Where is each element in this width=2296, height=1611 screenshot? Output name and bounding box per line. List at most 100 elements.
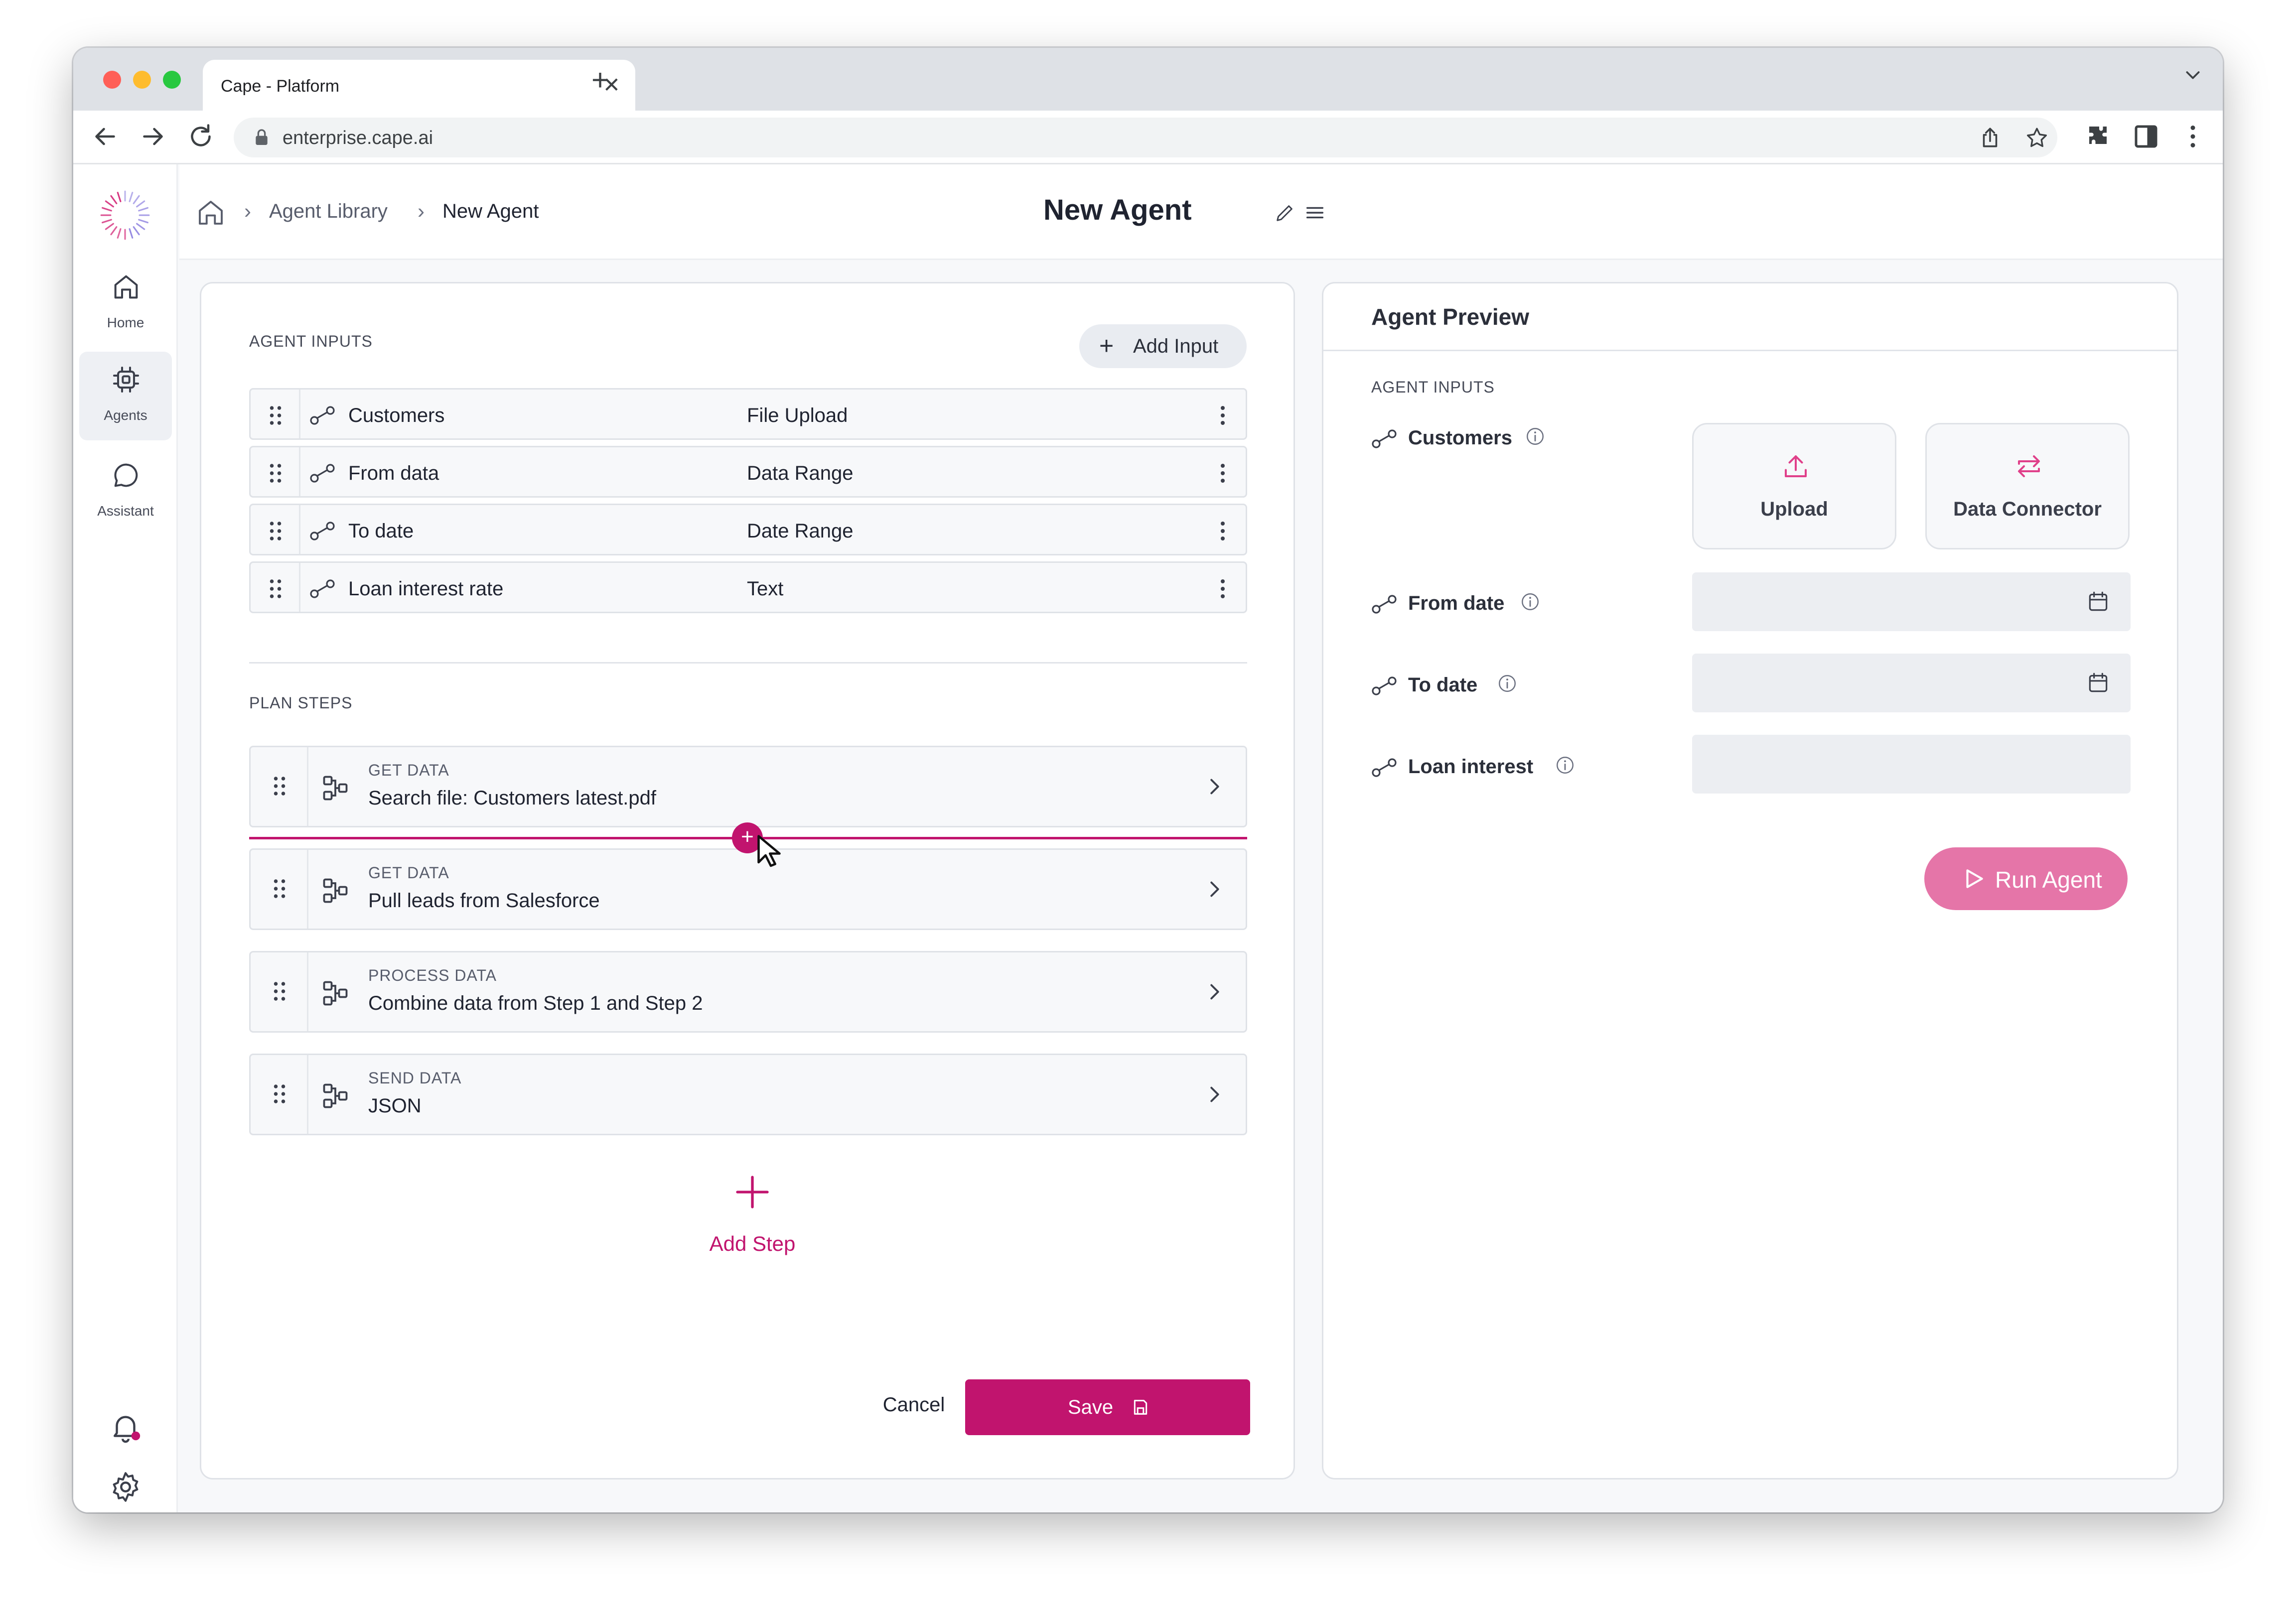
back-arrow-icon[interactable] <box>90 122 120 151</box>
plan-step-row[interactable]: PROCESS DATA Combine data from Step 1 and… <box>249 951 1247 1033</box>
step-description: Search file: Customers latest.pdf <box>368 787 657 809</box>
upload-label: Upload <box>1760 498 1828 520</box>
drag-handle[interactable] <box>251 850 308 929</box>
info-icon[interactable] <box>1520 591 1541 612</box>
drag-handle-icon[interactable] <box>273 1084 287 1104</box>
drag-handle-icon[interactable] <box>269 463 283 483</box>
variable-icon <box>310 522 335 540</box>
side-panel-icon[interactable] <box>2131 122 2161 151</box>
drag-handle-icon[interactable] <box>273 879 287 899</box>
drag-handle-icon[interactable] <box>269 405 283 425</box>
sidebar-item-assistant[interactable]: Assistant <box>79 447 172 536</box>
browser-window: Cape - Platform ✕ + enterprise.cape.ai H… <box>73 48 2223 1512</box>
sidebar-item-label: Assistant <box>97 503 154 519</box>
chevron-down-icon[interactable] <box>2183 65 2203 85</box>
plan-step-row[interactable]: GET DATA Pull leads from Salesforce <box>249 848 1247 930</box>
save-button[interactable]: Save <box>965 1379 1250 1435</box>
drag-handle-icon[interactable] <box>269 521 283 541</box>
gear-icon[interactable] <box>108 1470 143 1504</box>
agent-input-row[interactable]: Loan interest rate Text <box>249 561 1247 613</box>
more-vertical-icon[interactable] <box>1220 521 1226 541</box>
sync-arrows-icon <box>2018 455 2040 477</box>
agent-input-row[interactable]: From data Data Range <box>249 446 1247 498</box>
preview-field-label: To date <box>1408 674 1478 696</box>
upload-tile[interactable]: Upload <box>1692 423 1896 549</box>
sidebar-item-label: Home <box>107 315 144 330</box>
add-step-button[interactable]: Add Step <box>700 1232 805 1256</box>
maximize-window-button[interactable] <box>163 71 181 89</box>
save-disk-icon <box>1134 1400 1148 1415</box>
drag-handle[interactable] <box>251 447 300 496</box>
reload-icon[interactable] <box>186 122 216 151</box>
input-name: To date <box>348 520 414 542</box>
drag-handle[interactable] <box>251 390 300 438</box>
drag-handle[interactable] <box>251 1055 308 1134</box>
drag-handle[interactable] <box>251 563 300 612</box>
chevron-right-icon[interactable] <box>1203 775 1226 798</box>
preview-title: Agent Preview <box>1371 304 1529 330</box>
loan-interest-input[interactable] <box>1692 735 2131 794</box>
chevron-right-icon[interactable] <box>1203 878 1226 901</box>
page-header: › Agent Library › New Agent New Agent <box>179 164 2223 260</box>
breadcrumb-home-icon[interactable] <box>194 196 227 229</box>
sidebar-item-agents[interactable]: Agents <box>79 352 172 440</box>
preview-inputs-heading: AGENT INPUTS <box>1371 378 1495 396</box>
drag-handle-icon[interactable] <box>273 776 287 796</box>
cancel-button[interactable]: Cancel <box>849 1377 979 1432</box>
bell-icon[interactable] <box>108 1410 143 1445</box>
close-window-button[interactable] <box>103 71 121 89</box>
sidebar-item-home[interactable]: Home <box>79 259 172 348</box>
variable-icon <box>1372 595 1397 614</box>
drag-handle[interactable] <box>251 952 308 1031</box>
tab-bar: Cape - Platform ✕ + <box>73 48 2223 111</box>
input-type: Text <box>747 578 784 600</box>
add-step-plus-icon[interactable] <box>732 1172 772 1212</box>
forward-arrow-icon[interactable] <box>138 122 168 151</box>
browser-tab[interactable]: Cape - Platform ✕ <box>203 60 635 111</box>
pencil-edit-icon[interactable] <box>1274 201 1296 224</box>
from-date-input[interactable] <box>1692 572 2131 631</box>
agent-preview-panel: Agent Preview AGENT INPUTS Customers From… <box>1322 282 2178 1479</box>
run-agent-button[interactable]: Run Agent <box>1924 847 2128 910</box>
chevron-right-icon[interactable] <box>1203 1083 1226 1106</box>
chevron-right-icon[interactable] <box>1203 980 1226 1003</box>
calendar-icon[interactable] <box>2086 671 2111 695</box>
preview-field-label: From date <box>1408 592 1505 614</box>
url-bar[interactable]: enterprise.cape.ai <box>234 118 2057 157</box>
share-icon[interactable] <box>1978 126 2003 150</box>
add-input-button[interactable]: + Add Input <box>1079 324 1247 368</box>
drag-handle[interactable] <box>251 505 300 554</box>
lock-icon <box>256 129 268 145</box>
info-icon[interactable] <box>1497 673 1518 694</box>
to-date-input[interactable] <box>1692 654 2131 712</box>
calendar-icon[interactable] <box>2086 589 2111 614</box>
more-vertical-icon[interactable] <box>1220 463 1226 483</box>
agent-input-row[interactable]: To date Date Range <box>249 504 1247 555</box>
workflow-nodes-icon <box>323 1083 348 1108</box>
data-connector-tile[interactable]: Data Connector <box>1925 423 2130 549</box>
plan-step-row[interactable]: SEND DATA JSON <box>249 1054 1247 1135</box>
minimize-window-button[interactable] <box>133 71 151 89</box>
cape-logo-icon[interactable] <box>99 189 151 241</box>
data-connector-label: Data Connector <box>1953 498 2102 520</box>
input-name: Loan interest rate <box>348 578 504 600</box>
drag-handle-icon[interactable] <box>273 981 287 1001</box>
list-menu-icon[interactable] <box>1303 201 1326 224</box>
more-vertical-icon[interactable] <box>2178 122 2208 151</box>
info-icon[interactable] <box>1555 755 1576 776</box>
input-type: Data Range <box>747 462 854 484</box>
more-vertical-icon[interactable] <box>1220 579 1226 599</box>
bookmark-star-icon[interactable] <box>2024 126 2049 150</box>
step-kind: PROCESS DATA <box>368 966 497 984</box>
more-vertical-icon[interactable] <box>1220 405 1226 425</box>
drag-handle[interactable] <box>251 747 308 826</box>
section-divider <box>249 662 1247 664</box>
info-icon[interactable] <box>1525 426 1546 447</box>
extensions-icon[interactable] <box>2084 122 2114 151</box>
agent-input-row[interactable]: Customers File Upload <box>249 388 1247 440</box>
breadcrumb-agent-library[interactable]: Agent Library <box>269 200 388 223</box>
plan-step-row[interactable]: GET DATA Search file: Customers latest.pd… <box>249 746 1247 827</box>
new-tab-icon[interactable]: + <box>591 63 609 97</box>
drag-handle-icon[interactable] <box>269 579 283 599</box>
plan-steps-heading: PLAN STEPS <box>249 694 353 712</box>
